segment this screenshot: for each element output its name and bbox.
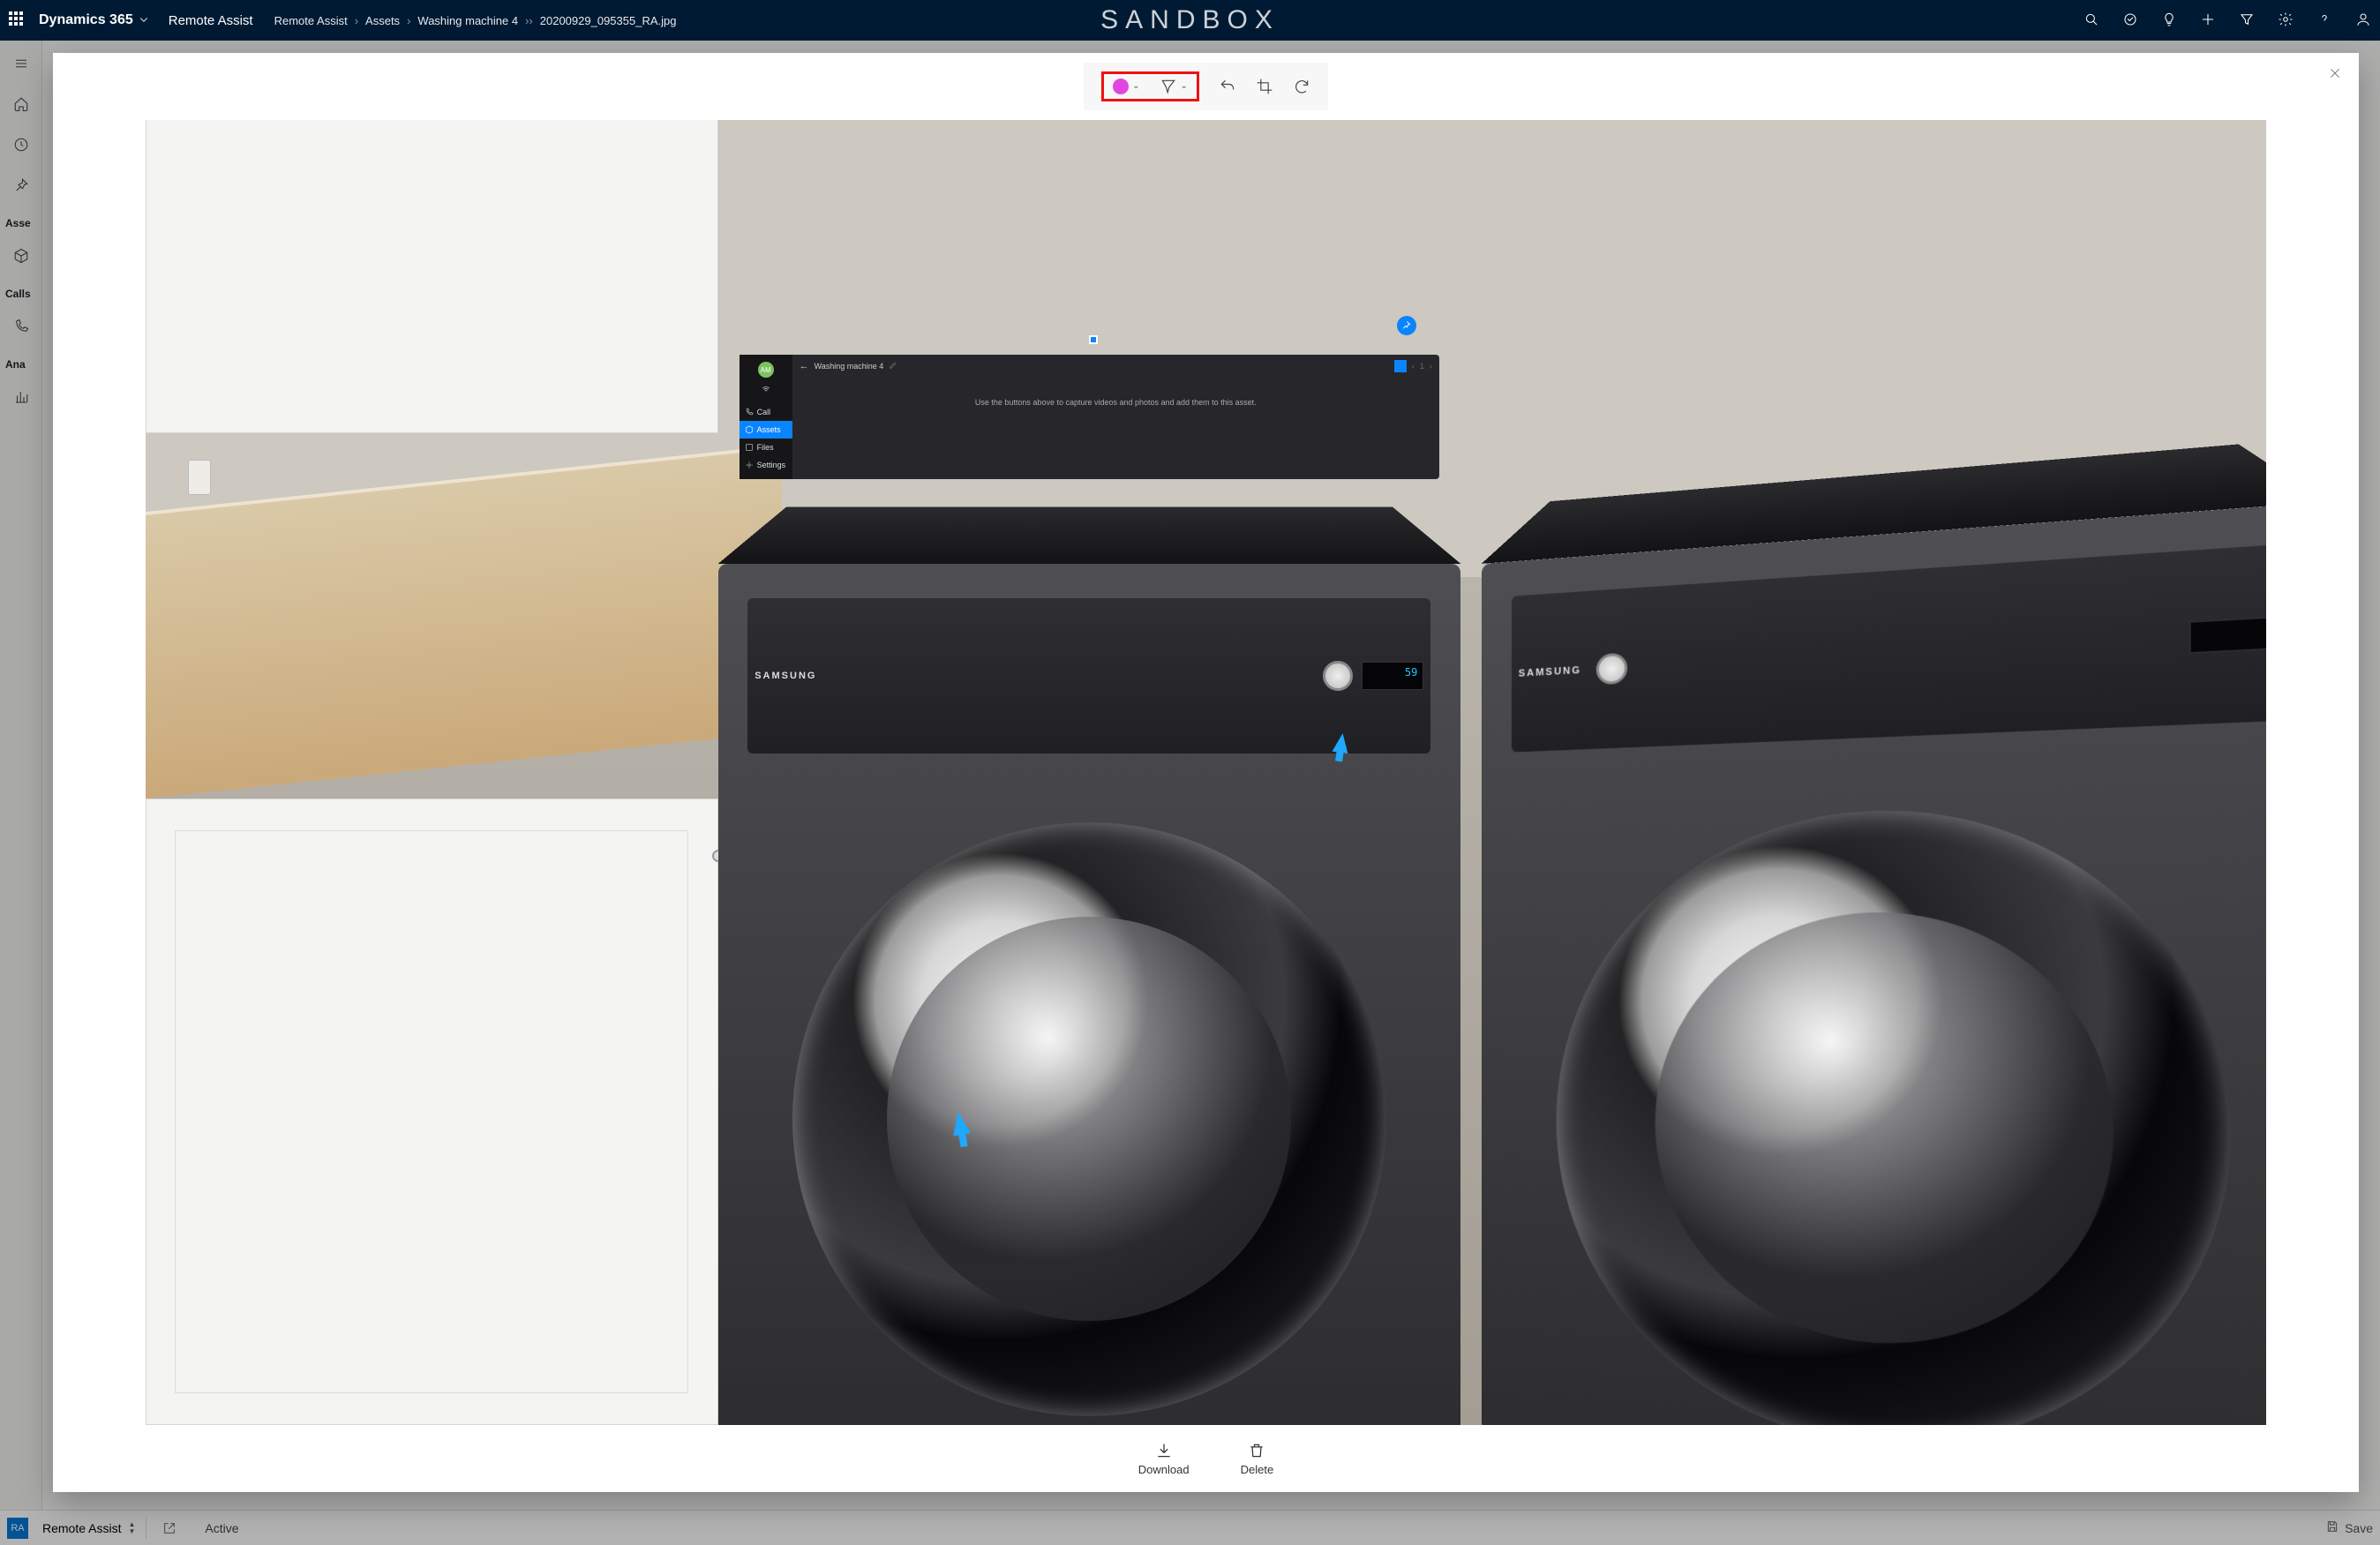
plus-icon[interactable] — [2200, 11, 2216, 30]
annotation-arrow-icon[interactable] — [950, 1110, 971, 1136]
rotate-button[interactable] — [1293, 78, 1310, 95]
ink-tool-button[interactable]: ⌄ — [1160, 78, 1188, 95]
washer: SAMSUNG 59 — [718, 564, 1460, 1425]
download-button[interactable]: Download — [1138, 1442, 1190, 1476]
chevron-down-icon[interactable] — [139, 13, 149, 27]
image-viewer-modal: ⌄ ⌄ — [53, 53, 2359, 1492]
crumb-assets[interactable]: Assets — [365, 14, 400, 27]
gear-icon[interactable] — [2278, 11, 2294, 30]
next-icon[interactable]: › — [1430, 362, 1432, 371]
prev-icon[interactable]: ‹ — [1412, 362, 1415, 371]
holo-title: Washing machine 4 — [815, 362, 884, 371]
dryer-brand: SAMSUNG — [1519, 665, 1581, 679]
highlighted-tools: ⌄ ⌄ — [1101, 71, 1199, 101]
account-icon[interactable] — [2355, 11, 2371, 30]
help-icon[interactable] — [2316, 11, 2332, 30]
chevron-right-icon: › — [407, 14, 410, 27]
lightbulb-icon[interactable] — [2161, 11, 2177, 30]
holo-panel: AM Call Assets Files Settings ← Washing … — [740, 355, 1439, 479]
holo-nav-call[interactable]: Call — [740, 403, 792, 421]
wifi-icon — [740, 385, 792, 396]
washer-brand: SAMSUNG — [755, 671, 816, 681]
crumb-record[interactable]: Washing machine 4 — [417, 14, 518, 27]
chevron-right-icon: › — [355, 14, 358, 27]
holo-marker-icon — [1089, 335, 1098, 344]
grid-view-icon[interactable] — [1394, 360, 1407, 372]
holo-nav-assets[interactable]: Assets — [740, 421, 792, 439]
ink-color-button[interactable]: ⌄ — [1113, 79, 1139, 94]
search-icon[interactable] — [2083, 11, 2099, 30]
holo-avatar: AM — [758, 362, 774, 378]
washer-display: 59 — [1405, 666, 1417, 679]
chevron-down-icon: ⌄ — [1181, 81, 1188, 91]
color-swatch-icon — [1113, 79, 1129, 94]
target-icon[interactable] — [2122, 11, 2138, 30]
filter-icon[interactable] — [2239, 11, 2255, 30]
crumb-file: 20200929_095355_RA.jpg — [540, 14, 677, 27]
holo-hint-text: Use the buttons above to capture videos … — [800, 397, 1432, 428]
environment-watermark: SANDBOX — [1100, 5, 1280, 35]
app-launcher-icon[interactable] — [9, 11, 26, 29]
area-name[interactable]: Remote Assist — [169, 13, 253, 28]
page-number: 1 — [1420, 362, 1424, 371]
back-icon[interactable]: ← — [800, 361, 809, 371]
crop-button[interactable] — [1256, 78, 1273, 95]
edit-icon[interactable] — [889, 361, 897, 371]
holo-pin-icon — [1397, 316, 1416, 335]
holo-nav-files[interactable]: Files — [740, 439, 792, 456]
undo-button[interactable] — [1219, 78, 1236, 95]
delete-label: Delete — [1241, 1463, 1274, 1476]
modal-actionbar: Download Delete — [53, 1425, 2359, 1492]
close-button[interactable] — [2324, 62, 2346, 85]
crumb-root[interactable]: Remote Assist — [274, 14, 348, 27]
download-label: Download — [1138, 1463, 1190, 1476]
chevron-double-right-icon: ›› — [525, 14, 533, 27]
delete-button[interactable]: Delete — [1241, 1442, 1274, 1476]
asset-photo[interactable]: SAMSUNG 59 SAMSUNG — [146, 120, 2267, 1425]
dryer: SAMSUNG — [1482, 502, 2266, 1425]
app-topbar: Dynamics 365 Remote Assist Remote Assist… — [0, 0, 2380, 41]
annotation-toolbar: ⌄ ⌄ — [53, 53, 2359, 120]
topbar-actions — [2083, 11, 2371, 30]
chevron-down-icon: ⌄ — [1132, 81, 1139, 91]
app-name[interactable]: Dynamics 365 — [39, 12, 133, 28]
breadcrumb: Remote Assist › Assets › Washing machine… — [274, 14, 677, 27]
image-canvas-area: SAMSUNG 59 SAMSUNG — [53, 120, 2359, 1425]
holo-nav-settings[interactable]: Settings — [740, 456, 792, 474]
annotation-arrow-icon[interactable] — [1332, 732, 1350, 754]
